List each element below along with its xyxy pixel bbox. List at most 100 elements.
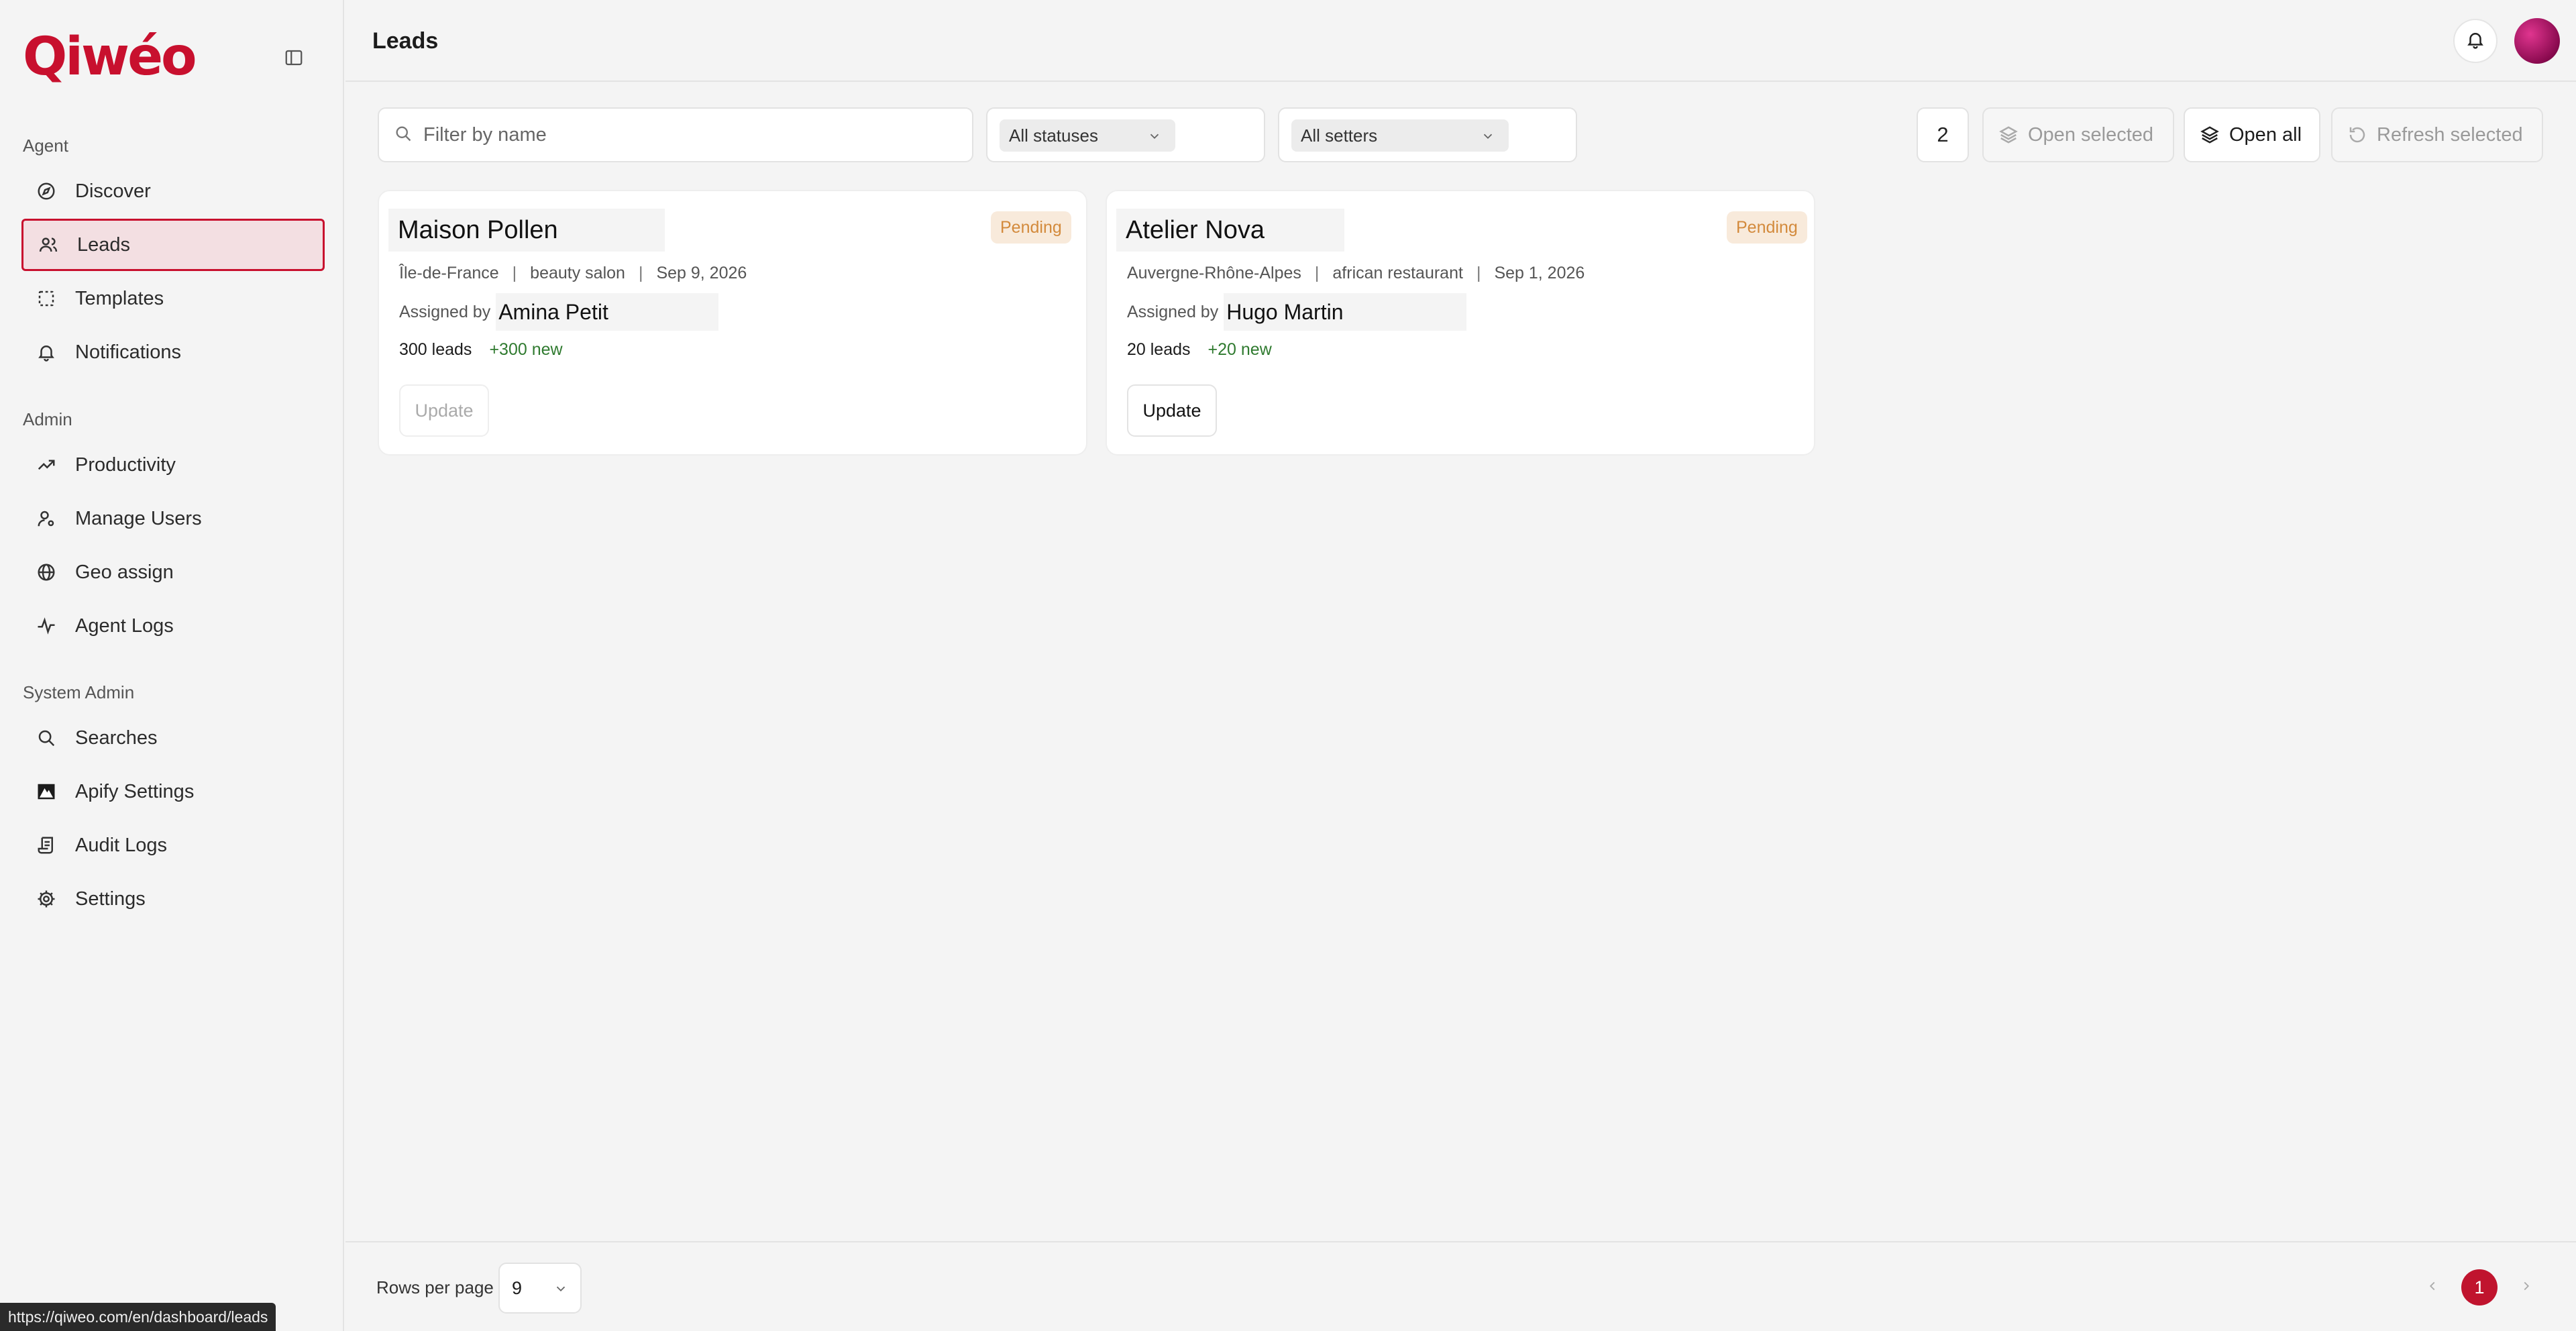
main-content: Leads All statuses All setters: [345, 0, 2576, 1331]
status-filter[interactable]: All statuses: [986, 107, 1265, 162]
status-badge: Pending: [1727, 211, 1807, 244]
chevron-down-icon: [553, 1280, 568, 1301]
users-icon: [37, 233, 60, 256]
refresh-selected-label: Refresh selected: [2377, 123, 2523, 146]
assigned-label: Assigned by: [1127, 302, 1219, 321]
sidebar: Qiwéo Agent Discover Leads Templates Not…: [0, 0, 344, 1331]
sidebar-item-productivity[interactable]: Productivity: [21, 439, 325, 491]
page-button-current[interactable]: 1: [2461, 1269, 2498, 1306]
status-select[interactable]: All statuses: [1000, 119, 1175, 152]
status-badge: Pending: [991, 211, 1071, 244]
sidebar-item-audit-logs[interactable]: Audit Logs: [21, 819, 325, 871]
assigned-label: Assigned by: [399, 302, 491, 321]
refresh-icon: [2349, 127, 2365, 143]
status-bar-url: https://qiweo.com/en/dashboard/leads: [0, 1303, 276, 1331]
setter-select[interactable]: All setters: [1291, 119, 1509, 152]
open-selected-button[interactable]: Open selected: [1982, 107, 2174, 162]
separator: |: [1314, 264, 1320, 282]
assignee-name: Hugo Martin: [1224, 293, 1467, 331]
open-all-label: Open all: [2229, 123, 2302, 146]
sidebar-item-geo-assign[interactable]: Geo assign: [21, 546, 325, 598]
pagination-footer: Rows per page 9 1: [345, 1241, 2576, 1331]
sidebar-item-apify-settings[interactable]: Apify Settings: [21, 765, 325, 818]
card-meta: Île-de-France | beauty salon | Sep 9, 20…: [399, 264, 747, 283]
sidebar-item-settings[interactable]: Settings: [21, 873, 325, 925]
apify-icon: [35, 780, 58, 803]
open-all-button[interactable]: Open all: [2184, 107, 2320, 162]
card-date: Sep 1, 2026: [1494, 264, 1585, 282]
lead-card[interactable]: Maison Pollen Pending Île-de-France | be…: [378, 190, 1087, 456]
open-selected-label: Open selected: [2028, 123, 2154, 146]
sidebar-item-label: Templates: [75, 287, 164, 309]
setter-select-value: All setters: [1301, 125, 1378, 146]
chevron-down-icon: [1481, 127, 1495, 148]
sidebar-item-manage-users[interactable]: Manage Users: [21, 492, 325, 545]
search-icon: [394, 124, 413, 146]
leads-count: 20 leads: [1127, 340, 1191, 359]
search-input[interactable]: [423, 123, 960, 146]
logo-text: Qiwéo: [23, 27, 197, 87]
card-assigned: Assigned by Amina Petit: [399, 293, 719, 331]
card-date: Sep 9, 2026: [656, 264, 747, 282]
new-leads-count: +300 new: [489, 340, 563, 359]
filter-bar: All statuses All setters 2 Open selected…: [345, 107, 2576, 164]
avatar[interactable]: [2514, 18, 2560, 64]
sidebar-item-label: Discover: [75, 180, 151, 202]
sidebar-item-label: Geo assign: [75, 561, 174, 583]
card-category: beauty salon: [530, 264, 625, 282]
sidebar-item-label: Agent Logs: [75, 615, 174, 637]
bell-icon: [2465, 30, 2485, 53]
sidebar-item-label: Audit Logs: [75, 834, 168, 856]
card-region: Île-de-France: [399, 264, 499, 282]
prev-page-icon[interactable]: [2422, 1276, 2443, 1296]
card-title: Atelier Nova: [1116, 209, 1344, 252]
lead-card[interactable]: Atelier Nova Pending Auvergne-Rhône-Alpe…: [1106, 190, 1815, 456]
sidebar-item-agent-logs[interactable]: Agent Logs: [21, 600, 325, 652]
nav-group-system-admin: System Admin: [23, 682, 135, 702]
sidebar-item-label: Searches: [75, 727, 158, 749]
rows-per-page-select[interactable]: 9: [498, 1263, 582, 1314]
chevron-down-icon: [1147, 127, 1162, 148]
nav-group-admin: Admin: [23, 409, 72, 429]
selected-count: 2: [1917, 107, 1969, 162]
layers-icon: [1999, 126, 2018, 144]
card-assigned: Assigned by Hugo Martin: [1127, 293, 1467, 331]
separator: |: [638, 264, 643, 282]
leads-count: 300 leads: [399, 340, 472, 359]
sidebar-item-templates[interactable]: Templates: [21, 272, 325, 325]
update-button[interactable]: Update: [399, 384, 489, 437]
bell-icon: [35, 341, 58, 364]
sidebar-item-notifications[interactable]: Notifications: [21, 326, 325, 378]
sidebar-item-label: Notifications: [75, 341, 181, 363]
sidebar-item-searches[interactable]: Searches: [21, 712, 325, 764]
update-button[interactable]: Update: [1127, 384, 1217, 437]
card-meta: Auvergne-Rhône-Alpes | african restauran…: [1127, 264, 1585, 283]
separator: |: [1476, 264, 1481, 282]
dashed-square-icon: [35, 287, 58, 310]
rows-per-page-value: 9: [512, 1277, 523, 1298]
assignee-name: Amina Petit: [496, 293, 719, 331]
sidebar-item-discover[interactable]: Discover: [21, 165, 325, 217]
sidebar-item-label: Settings: [75, 888, 146, 910]
search-field[interactable]: [378, 107, 973, 162]
user-cog-icon: [35, 507, 58, 530]
setter-filter[interactable]: All setters: [1278, 107, 1577, 162]
sidebar-item-label: Apify Settings: [75, 780, 195, 802]
scroll-icon: [35, 834, 58, 857]
sidebar-item-label: Manage Users: [75, 507, 202, 529]
card-title: Maison Pollen: [388, 209, 665, 252]
card-region: Auvergne-Rhône-Alpes: [1127, 264, 1301, 282]
sidebar-item-leads[interactable]: Leads: [21, 219, 325, 271]
logo[interactable]: Qiwéo: [23, 27, 197, 87]
compass-icon: [35, 180, 58, 203]
gear-icon: [35, 888, 58, 910]
notifications-button[interactable]: [2453, 19, 2498, 63]
trending-up-icon: [35, 454, 58, 476]
rows-per-page-label: Rows per page: [376, 1277, 494, 1297]
globe-icon: [35, 561, 58, 584]
activity-icon: [35, 615, 58, 637]
next-page-icon[interactable]: [2516, 1276, 2536, 1296]
sidebar-toggle-icon[interactable]: [282, 46, 306, 70]
card-stats: 20 leads +20 new: [1127, 340, 1272, 360]
refresh-selected-button[interactable]: Refresh selected: [2331, 107, 2543, 162]
